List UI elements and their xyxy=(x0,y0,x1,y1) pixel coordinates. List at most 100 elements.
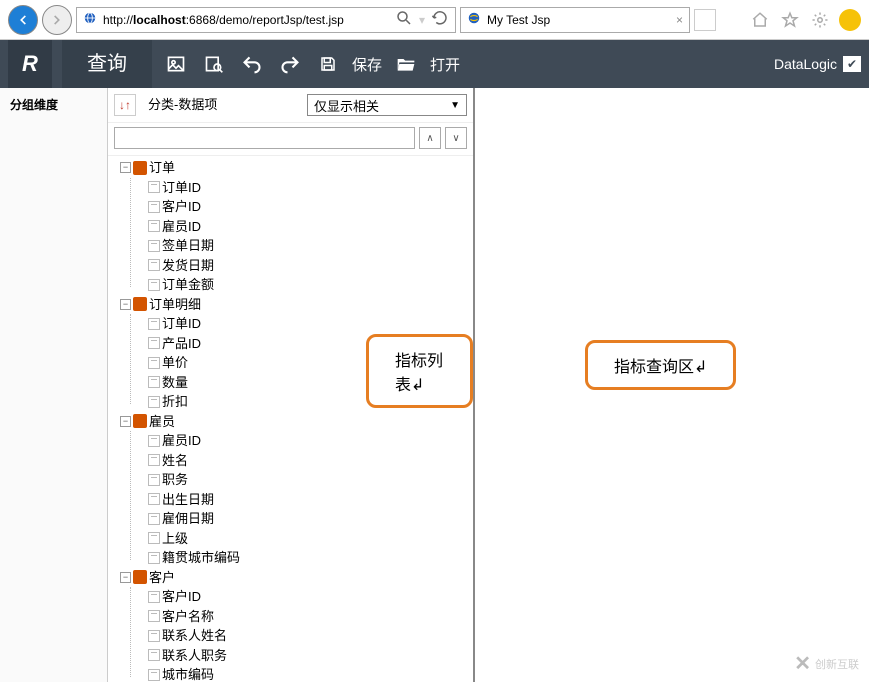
field-icon xyxy=(148,630,160,642)
field-icon xyxy=(148,220,160,232)
open-icon[interactable] xyxy=(392,50,420,78)
tree-leaf[interactable]: 出生日期 xyxy=(148,490,473,510)
favorites-icon[interactable] xyxy=(779,9,801,31)
chevron-down-icon: ✔ xyxy=(843,56,861,72)
data-tree[interactable]: − 订单 订单ID 客户ID 雇员ID 签单日期 发货日期 订单金额− 订单明细… xyxy=(108,156,473,682)
filter-input[interactable] xyxy=(114,127,415,149)
field-icon xyxy=(148,357,160,369)
new-tab-button[interactable] xyxy=(694,9,716,31)
table-icon xyxy=(133,570,147,584)
tree-node[interactable]: − 客户 xyxy=(120,568,473,588)
field-icon xyxy=(148,513,160,525)
tree-leaf[interactable]: 订单ID xyxy=(148,314,473,334)
settings-icon[interactable] xyxy=(809,9,831,31)
field-icon xyxy=(148,610,160,622)
field-icon xyxy=(148,649,160,661)
field-icon xyxy=(148,318,160,330)
tree-leaf[interactable]: 雇员ID xyxy=(148,217,473,237)
save-label[interactable]: 保存 xyxy=(352,54,382,75)
refresh-icon[interactable] xyxy=(431,9,449,30)
address-bar[interactable]: http://localhost:6868/demo/reportJsp/tes… xyxy=(76,7,456,33)
indicator-query-pane: 指标查询区↲ ✕ 创新互联 xyxy=(475,88,869,682)
tree-leaf[interactable]: 籍贯城市编码 xyxy=(148,548,473,568)
collapse-icon[interactable]: − xyxy=(120,299,131,310)
tree-leaf-label: 职务 xyxy=(162,470,188,490)
watermark: ✕ 创新互联 xyxy=(794,651,859,676)
field-icon xyxy=(148,474,160,486)
tree-leaf-label: 订单金额 xyxy=(162,275,214,295)
related-only-value: 仅显示相关 xyxy=(314,96,379,115)
tree-leaf[interactable]: 客户ID xyxy=(148,587,473,607)
tree-leaf-label: 客户ID xyxy=(162,587,201,607)
tree-leaf[interactable]: 订单金额 xyxy=(148,275,473,295)
filter-prev-button[interactable]: ∧ xyxy=(419,127,441,149)
tree-leaf-label: 产品ID xyxy=(162,334,201,354)
table-icon xyxy=(133,161,147,175)
tree-leaf-label: 雇佣日期 xyxy=(162,509,214,529)
tree-leaf-label: 签单日期 xyxy=(162,236,214,256)
indicator-list-pane: ↓↑ 分类-数据项 仅显示相关 ▼ ∧ ∨ − 订单 订单ID 客户ID 雇员I… xyxy=(108,88,475,682)
tree-node-label: 客户 xyxy=(149,568,175,588)
tree-leaf[interactable]: 订单ID xyxy=(148,178,473,198)
tree-leaf-label: 折扣 xyxy=(162,392,188,412)
field-icon xyxy=(148,279,160,291)
tree-node[interactable]: − 订单明细 xyxy=(120,295,473,315)
preview-tool-icon[interactable] xyxy=(200,50,228,78)
tree-leaf[interactable]: 发货日期 xyxy=(148,256,473,276)
undo-icon[interactable] xyxy=(238,50,266,78)
feedback-smiley-icon[interactable] xyxy=(839,9,861,31)
image-tool-icon[interactable] xyxy=(162,50,190,78)
mid-pane-header: ↓↑ 分类-数据项 仅显示相关 ▼ xyxy=(108,88,473,123)
collapse-icon[interactable]: − xyxy=(120,162,131,173)
collapse-icon[interactable]: − xyxy=(120,416,131,427)
category-dataitem-label: 分类-数据项 xyxy=(142,94,301,116)
tree-leaf-label: 城市编码 xyxy=(162,665,214,682)
redo-icon[interactable] xyxy=(276,50,304,78)
tree-leaf[interactable]: 客户名称 xyxy=(148,607,473,627)
brand-selector[interactable]: DataLogic ✔ xyxy=(774,56,861,72)
field-icon xyxy=(148,493,160,505)
tree-leaf[interactable]: 上级 xyxy=(148,529,473,549)
tree-leaf[interactable]: 雇员ID xyxy=(148,431,473,451)
field-icon xyxy=(148,337,160,349)
field-icon xyxy=(148,240,160,252)
tree-leaf-label: 客户名称 xyxy=(162,607,214,627)
browser-bar: http://localhost:6868/demo/reportJsp/tes… xyxy=(0,0,869,40)
tree-leaf[interactable]: 职务 xyxy=(148,470,473,490)
tree-node[interactable]: − 雇员 xyxy=(120,412,473,432)
tree-leaf[interactable]: 联系人姓名 xyxy=(148,626,473,646)
tree-leaf[interactable]: 姓名 xyxy=(148,451,473,471)
separator: ▾ xyxy=(419,13,425,27)
search-icon[interactable] xyxy=(395,9,413,30)
tree-node[interactable]: − 订单 xyxy=(120,158,473,178)
callout-indicator-query: 指标查询区↲ xyxy=(585,340,736,390)
tree-leaf[interactable]: 联系人职务 xyxy=(148,646,473,666)
tree-leaf-label: 发货日期 xyxy=(162,256,214,276)
browser-tab[interactable]: My Test Jsp × xyxy=(460,7,690,33)
tree-leaf[interactable]: 雇佣日期 xyxy=(148,509,473,529)
collapse-icon[interactable]: − xyxy=(120,572,131,583)
field-icon xyxy=(148,201,160,213)
field-icon xyxy=(148,552,160,564)
home-icon[interactable] xyxy=(749,9,771,31)
filter-next-button[interactable]: ∨ xyxy=(445,127,467,149)
tree-leaf-label: 上级 xyxy=(162,529,188,549)
field-icon xyxy=(148,376,160,388)
app-toolbar: R 查询 保存 打开 DataLogic ✔ xyxy=(0,40,869,88)
watermark-text: 创新互联 xyxy=(815,656,859,672)
open-label[interactable]: 打开 xyxy=(430,54,460,75)
tree-leaf[interactable]: 签单日期 xyxy=(148,236,473,256)
save-icon[interactable] xyxy=(314,50,342,78)
tree-leaf[interactable]: 城市编码 xyxy=(148,665,473,682)
tree-leaf-label: 雇员ID xyxy=(162,217,201,237)
tab-close-icon[interactable]: × xyxy=(676,13,683,27)
tree-node-label: 订单明细 xyxy=(149,295,201,315)
sort-button[interactable]: ↓↑ xyxy=(114,94,136,116)
related-only-select[interactable]: 仅显示相关 ▼ xyxy=(307,94,467,116)
nav-forward-button[interactable] xyxy=(42,5,72,35)
nav-back-button[interactable] xyxy=(8,5,38,35)
address-url: http://localhost:6868/demo/reportJsp/tes… xyxy=(103,13,389,27)
query-button[interactable]: 查询 xyxy=(62,40,152,88)
filter-row: ∧ ∨ xyxy=(108,123,473,156)
tree-leaf[interactable]: 客户ID xyxy=(148,197,473,217)
